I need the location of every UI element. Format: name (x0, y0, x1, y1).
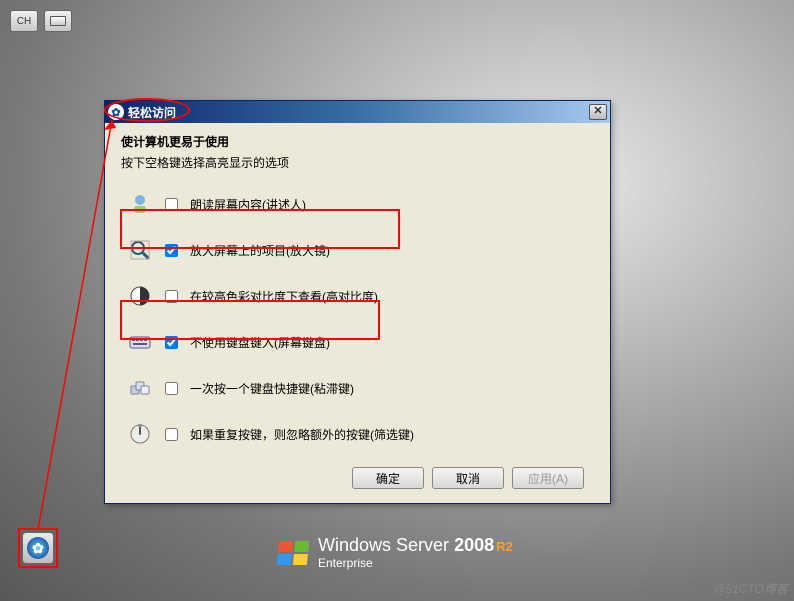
onscreen-keyboard-button[interactable] (44, 10, 72, 32)
logo-brand: Windows Server (318, 535, 449, 555)
cancel-button[interactable]: 取消 (432, 467, 504, 489)
option-high-contrast: 在较高色彩对比度下查看(高对比度) (121, 273, 594, 319)
ease-of-access-corner-icon: ✿ (27, 537, 49, 559)
high-contrast-checkbox[interactable] (165, 290, 178, 303)
close-button[interactable]: ✕ (589, 104, 607, 120)
osk-checkbox[interactable] (165, 336, 178, 349)
dialog-subheading: 按下空格键选择高亮显示的选项 (121, 154, 594, 171)
dialog-content: 使计算机更易于使用 按下空格键选择高亮显示的选项 朗读屏幕内容(讲述人) 放大屏… (105, 123, 610, 503)
dialog-title: 轻松访问 (128, 104, 589, 121)
sticky-keys-icon (127, 375, 153, 401)
option-magnifier: 放大屏幕上的项目(放大镜) (121, 227, 594, 273)
magnifier-checkbox[interactable] (165, 244, 178, 257)
ok-button[interactable]: 确定 (352, 467, 424, 489)
option-sticky-keys: 一次按一个键盘快捷键(粘滞键) (121, 365, 594, 411)
narrator-checkbox[interactable] (165, 198, 178, 211)
ease-of-access-corner-button[interactable]: ✿ (22, 532, 54, 564)
ease-of-access-icon: ✿ (108, 104, 124, 120)
option-narrator: 朗读屏幕内容(讲述人) (121, 181, 594, 227)
sticky-keys-label: 一次按一个键盘快捷键(粘滞键) (190, 380, 354, 397)
osk-icon (127, 329, 153, 355)
watermark: @51CTO博客 (713, 580, 788, 597)
ease-of-access-dialog: ✿ 轻松访问 ✕ 使计算机更易于使用 按下空格键选择高亮显示的选项 朗读屏幕内容… (104, 100, 611, 504)
annotation-arrow (38, 120, 40, 530)
magnifier-icon (127, 237, 153, 263)
filter-keys-icon (127, 421, 153, 447)
sticky-keys-checkbox[interactable] (165, 382, 178, 395)
language-button[interactable]: CH (10, 10, 38, 32)
magnifier-label: 放大屏幕上的项目(放大镜) (190, 242, 330, 259)
logo-main: Windows Server 2008R2 (318, 535, 513, 556)
narrator-icon (127, 191, 153, 217)
logo-year: 2008 (454, 535, 494, 555)
windows-flag-icon (277, 541, 310, 565)
option-filter-keys: 如果重复按键，则忽略额外的按键(筛选键) (121, 411, 594, 457)
dialog-buttons: 确定 取消 应用(A) (121, 457, 594, 489)
option-onscreen-keyboard: 不使用键盘键入(屏幕键盘) (121, 319, 594, 365)
contrast-icon (127, 283, 153, 309)
osk-label: 不使用键盘键入(屏幕键盘) (190, 334, 330, 351)
high-contrast-label: 在较高色彩对比度下查看(高对比度) (190, 288, 378, 305)
dialog-heading: 使计算机更易于使用 (121, 133, 594, 150)
filter-keys-checkbox[interactable] (165, 428, 178, 441)
keyboard-icon (50, 16, 66, 26)
lang-keyboard-bar: CH (10, 10, 72, 32)
narrator-label: 朗读屏幕内容(讲述人) (190, 196, 306, 213)
windows-logo: Windows Server 2008R2 Enterprise (278, 535, 513, 570)
apply-button[interactable]: 应用(A) (512, 467, 584, 489)
filter-keys-label: 如果重复按键，则忽略额外的按键(筛选键) (190, 426, 414, 443)
title-bar: ✿ 轻松访问 ✕ (105, 101, 610, 123)
logo-edition: Enterprise (318, 556, 513, 570)
logo-suffix: R2 (496, 539, 513, 554)
